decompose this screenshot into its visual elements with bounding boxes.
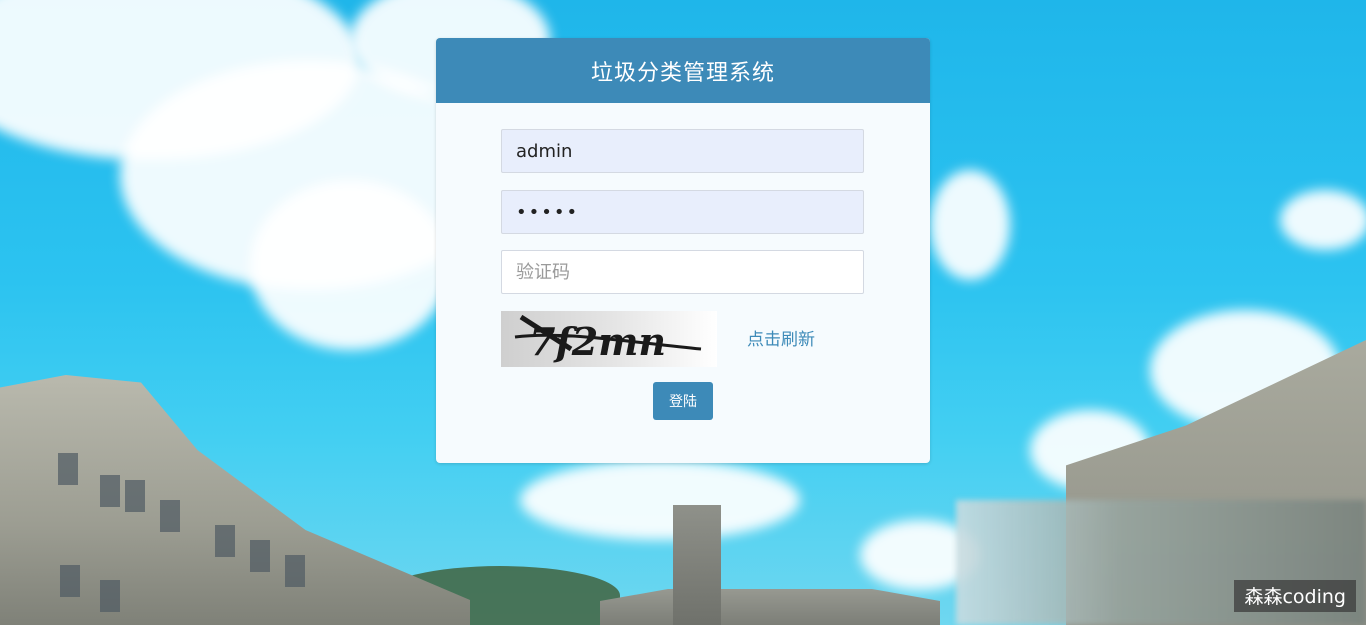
panel-title: 垃圾分类管理系统 [436, 38, 930, 103]
username-input[interactable] [501, 129, 864, 173]
captcha-input[interactable] [501, 250, 864, 294]
refresh-captcha-link[interactable]: 点击刷新 [747, 325, 815, 350]
password-input[interactable] [501, 190, 864, 234]
captcha-image[interactable]: 7f2mn [501, 311, 717, 367]
watermark: 森森coding [1234, 580, 1356, 612]
login-button[interactable]: 登陆 [653, 382, 713, 420]
login-panel: 垃圾分类管理系统 7f2mn 点击刷新 登陆 [436, 38, 930, 463]
